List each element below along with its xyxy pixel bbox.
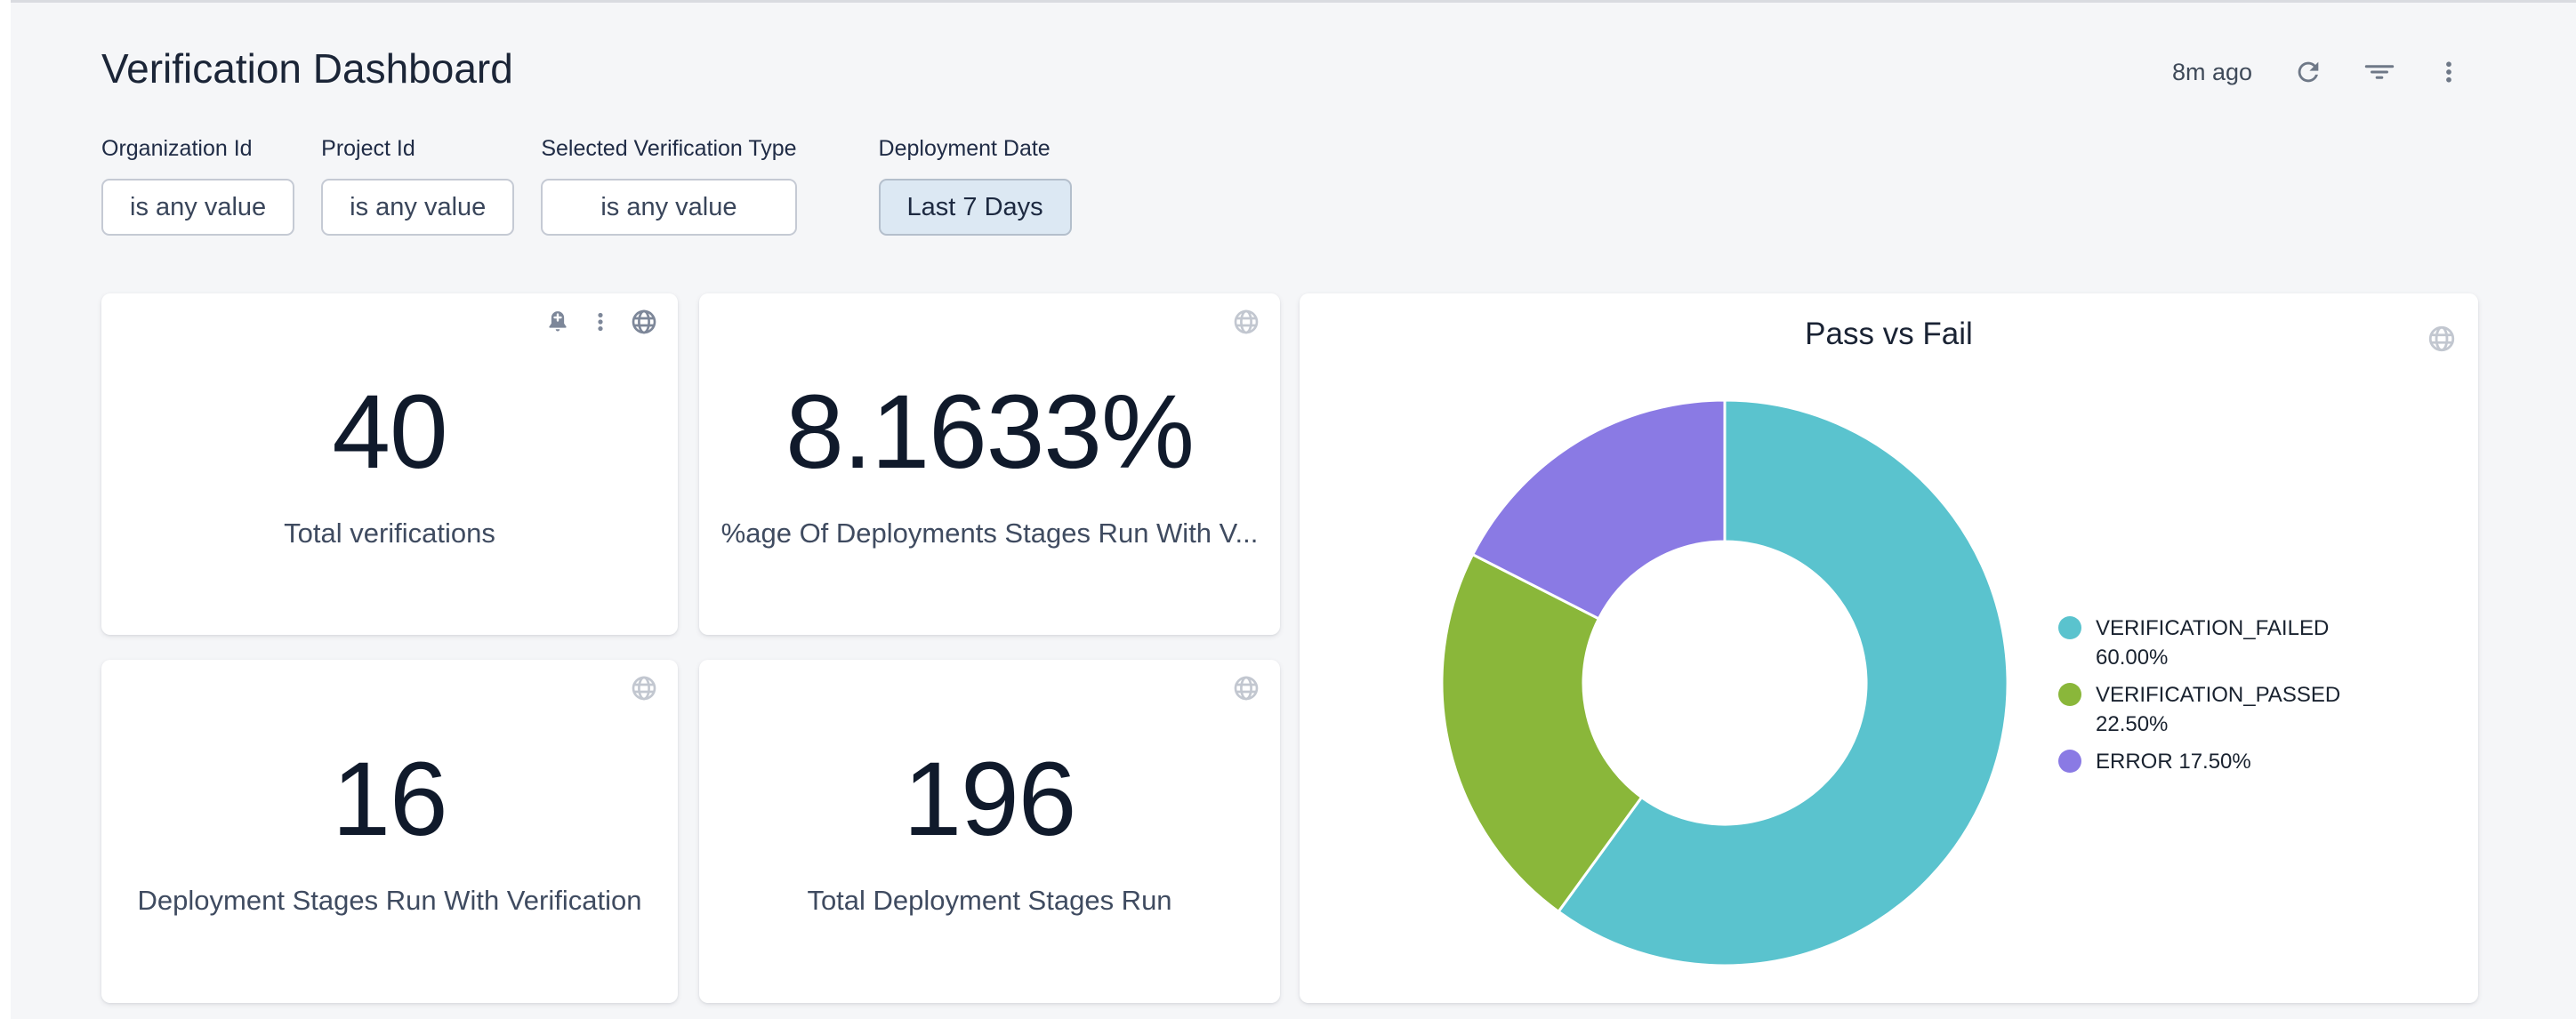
kpi-card-total-verifications: 40 Total verifications xyxy=(101,293,678,635)
chart-title: Pass vs Fail xyxy=(1300,317,2478,352)
tile-icon-row xyxy=(1232,308,1260,336)
header-actions: 8m ago xyxy=(2172,51,2462,93)
pass-vs-fail-chart-card: Pass vs Fail VERIFICATION_FAILED 60.00% … xyxy=(1300,293,2478,1003)
legend-item-error[interactable]: ERROR 17.50% xyxy=(2058,747,2338,776)
last-refresh-timestamp: 8m ago xyxy=(2172,59,2252,86)
filter-project-id: Project Id is any value xyxy=(321,136,514,236)
globe-icon xyxy=(1232,308,1260,336)
legend-swatch xyxy=(2058,616,2081,639)
legend-label: ERROR 17.50% xyxy=(2096,747,2338,776)
filter-bar: Organization Id is any value Project Id … xyxy=(101,136,1072,236)
kpi-value: 16 xyxy=(332,747,447,852)
filter-selected-verification-type: Selected Verification Type is any value xyxy=(541,136,796,236)
legend-swatch xyxy=(2058,750,2081,773)
globe-icon xyxy=(630,674,658,702)
filter-value-button[interactable]: is any value xyxy=(541,179,796,236)
filter-label: Deployment Date xyxy=(879,136,1072,162)
kpi-label: Total Deployment Stages Run xyxy=(807,885,1171,917)
kpi-label: %age Of Deployments Stages Run With V... xyxy=(721,518,1259,550)
donut-chart xyxy=(1413,372,2036,994)
filter-value-button[interactable]: is any value xyxy=(321,179,514,236)
legend-swatch xyxy=(2058,683,2081,706)
tile-icon-row xyxy=(630,674,658,702)
kebab-menu-icon[interactable] xyxy=(589,310,612,333)
kpi-label: Total verifications xyxy=(284,518,495,550)
filter-organization-id: Organization Id is any value xyxy=(101,136,294,236)
filter-label: Selected Verification Type xyxy=(541,136,796,162)
tile-icon-row xyxy=(1232,674,1260,702)
kpi-value: 196 xyxy=(904,747,1076,852)
filter-value-button[interactable]: is any value xyxy=(101,179,294,236)
kpi-value: 8.1633% xyxy=(785,380,1194,485)
globe-icon xyxy=(2427,324,2457,358)
alert-bell-icon[interactable] xyxy=(544,309,571,335)
dashboard: Verification Dashboard 8m ago Organizati… xyxy=(11,0,2576,1019)
kpi-label: Deployment Stages Run With Verification xyxy=(138,885,642,917)
filter-icon[interactable] xyxy=(2364,57,2395,87)
kpi-card-stages-run-with-verification: 16 Deployment Stages Run With Verificati… xyxy=(101,660,678,1003)
filter-deployment-date: Deployment Date Last 7 Days xyxy=(879,136,1072,236)
globe-icon xyxy=(1232,674,1260,702)
kebab-menu-icon[interactable] xyxy=(2435,59,2462,85)
page-title: Verification Dashboard xyxy=(101,44,513,93)
page: { "header": { "title": "Verification Das… xyxy=(0,0,2576,1019)
globe-icon xyxy=(630,308,658,336)
filter-value-button[interactable]: Last 7 Days xyxy=(879,179,1072,236)
tile-icon-row xyxy=(544,308,658,336)
chart-legend: VERIFICATION_FAILED 60.00% VERIFICATION_… xyxy=(2058,614,2338,776)
legend-label: VERIFICATION_PASSED 22.50% xyxy=(2096,680,2338,739)
legend-item-verification-passed[interactable]: VERIFICATION_PASSED 22.50% xyxy=(2058,680,2338,739)
kpi-card-percent-stages-with-verification: 8.1633% %age Of Deployments Stages Run W… xyxy=(699,293,1280,635)
refresh-icon[interactable] xyxy=(2293,57,2323,87)
legend-item-verification-failed[interactable]: VERIFICATION_FAILED 60.00% xyxy=(2058,614,2338,672)
filter-label: Organization Id xyxy=(101,136,294,162)
filter-label: Project Id xyxy=(321,136,514,162)
legend-label: VERIFICATION_FAILED 60.00% xyxy=(2096,614,2338,672)
kpi-card-total-stages-run: 196 Total Deployment Stages Run xyxy=(699,660,1280,1003)
kpi-value: 40 xyxy=(332,380,447,485)
